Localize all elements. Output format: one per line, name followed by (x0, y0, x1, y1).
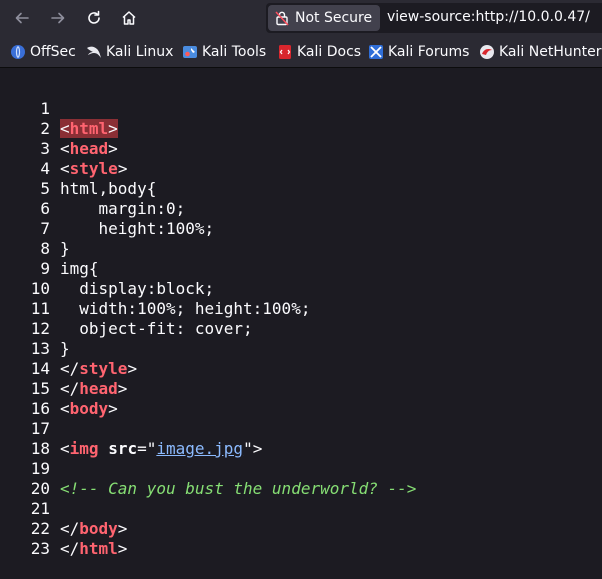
source-line: 18 (0, 419, 50, 458)
source-line: 4 html,body{ (0, 139, 156, 198)
source-line: 15 <body> (0, 359, 118, 418)
bookmark-kali-nethunter[interactable]: Kali NetHunter (479, 43, 601, 61)
source-line: 3 <style> (0, 119, 127, 178)
bookmark-kali-tools[interactable]: Kali Tools (182, 43, 266, 61)
css-text: display:block; (60, 279, 215, 298)
security-label: Not Secure (295, 10, 373, 26)
tag-name: html (79, 539, 118, 558)
css-text: width:100%; height:100%; (60, 299, 311, 318)
css-text: } (60, 239, 70, 258)
home-button[interactable] (116, 6, 142, 30)
navigation-toolbar: Not Secure view-source:http://10.0.0.47/ (0, 0, 602, 36)
source-line: 5 margin:0; (0, 159, 185, 218)
html-comment: <!-- Can you bust the underworld? --> (60, 479, 417, 498)
back-arrow-icon (15, 12, 29, 24)
source-line: 14 </head> (0, 339, 128, 398)
bookmark-label: Kali Tools (202, 44, 267, 60)
source-line: 9 display:block; (0, 239, 214, 298)
kali-forums-icon (369, 45, 383, 59)
source-line: 19 <!-- Can you bust the underworld? --> (0, 439, 417, 498)
source-line: 20 (0, 459, 50, 498)
kali-nethunter-icon (480, 45, 494, 59)
kali-tools-icon (183, 46, 197, 58)
css-text: margin:0; (60, 199, 186, 218)
reload-icon (88, 10, 100, 24)
bookmark-label: Kali NetHunter (499, 44, 602, 60)
tag-name: style (79, 359, 128, 378)
source-line: 16 (0, 379, 50, 418)
tag-name: head (69, 139, 109, 158)
reload-button[interactable] (81, 6, 107, 30)
source-line: 6 height:100%; (0, 179, 214, 238)
source-line: 17 <img src="image.jpg"> (0, 399, 263, 458)
site-security-button[interactable]: Not Secure (268, 5, 381, 31)
source-line: 1 <html> (0, 79, 118, 138)
css-text: height:100%; (60, 219, 215, 238)
page-source-view: 1 <html> 2 <head> 3 <style> 4 html,body{… (0, 69, 602, 558)
css-text: object-fit: cover; (60, 319, 253, 338)
bookmark-label: Kali Docs (297, 44, 362, 60)
bookmark-kali-docs[interactable]: Kali Docs (277, 43, 361, 61)
forward-button[interactable] (45, 6, 71, 30)
source-line: 8 img{ (0, 219, 98, 278)
home-icon (122, 11, 136, 25)
line-number: 23 (30, 539, 50, 558)
source-line: 23 (0, 519, 50, 558)
kali-dragon-icon (87, 46, 101, 58)
tag-name: head (79, 379, 118, 398)
source-line: 13 </style> (0, 319, 137, 378)
attribute-name: src (108, 439, 138, 458)
bookmark-kali-linux[interactable]: Kali Linux (86, 43, 173, 61)
lock-insecure-icon (275, 11, 289, 26)
image-source-link[interactable]: image.jpg (156, 439, 243, 458)
tag-name: style (69, 159, 118, 178)
source-line: 11 object-fit: cover; (0, 279, 253, 338)
tag-name: html (69, 119, 109, 138)
source-line: 12 } (0, 299, 70, 358)
bookmark-label: Kali Linux (106, 44, 174, 60)
url-text[interactable]: view-source:http://10.0.0.47/ (387, 9, 590, 25)
css-text: html,body{ (60, 179, 157, 198)
tag-name: body (79, 519, 118, 538)
tag-name: body (69, 399, 109, 418)
tag-name: img (69, 439, 99, 458)
bookmark-label: OffSec (30, 44, 76, 60)
bookmark-label: Kali Forums (388, 44, 470, 60)
bookmarks-toolbar: OffSec Kali Linux Kali Tools Kali Docs K… (0, 36, 602, 68)
back-button[interactable] (9, 6, 35, 30)
source-line: 7 } (0, 199, 69, 258)
css-text: img{ (60, 259, 99, 278)
source-line: 22 </html> (0, 499, 128, 558)
css-text: } (60, 339, 70, 358)
offsec-icon (11, 45, 25, 59)
bookmark-kali-forums[interactable]: Kali Forums (368, 43, 469, 61)
bookmark-offsec[interactable]: OffSec (10, 43, 76, 61)
forward-arrow-icon (51, 12, 65, 24)
source-line: 10 width:100%; height:100%; (0, 259, 311, 318)
url-bar[interactable]: Not Secure view-source:http://10.0.0.47/ (266, 3, 602, 33)
source-line: 21 </body> (0, 479, 128, 538)
source-line: 2 <head> (0, 99, 117, 158)
kali-docs-icon (279, 45, 291, 59)
